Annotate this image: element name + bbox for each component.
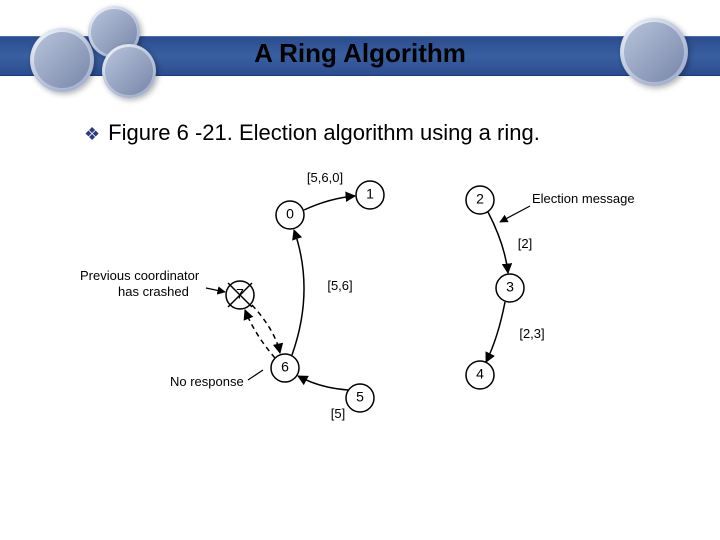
node-label: 1 <box>366 186 374 202</box>
photo-circle-icon <box>30 28 94 92</box>
header-decoration-left <box>30 0 160 100</box>
photo-circle-icon <box>102 44 156 98</box>
annotation-election: Election message <box>532 191 635 206</box>
message-label: [5] <box>331 406 345 421</box>
message-label: [5,6,0] <box>307 170 343 185</box>
node-label: 5 <box>356 389 364 405</box>
annotation-noresponse: No response <box>170 374 244 389</box>
node-label: 4 <box>476 366 484 382</box>
annotation-pointer <box>248 370 263 380</box>
annotation-pointer <box>206 288 225 292</box>
arrow-0-1 <box>304 196 355 210</box>
node-label: 0 <box>286 206 294 222</box>
annotation-crashed: Previous coordinator <box>80 268 200 283</box>
message-label: [5,6] <box>327 278 352 293</box>
annotation-crashed: has crashed <box>118 284 189 299</box>
bullet-text: Figure 6 -21. Election algorithm using a… <box>108 120 540 146</box>
message-label: [2,3] <box>519 326 544 341</box>
message-label: [2] <box>518 236 532 251</box>
arrow-6-7-dashed <box>245 310 275 358</box>
arrow-3-4 <box>486 302 505 362</box>
ring-algorithm-diagram: 0 1 7 6 5 2 3 4 [5] [5,6] [5,6,0] [2] [2… <box>80 160 640 440</box>
diamond-bullet-icon: ❖ <box>84 125 100 143</box>
arrow-6-0 <box>292 230 304 355</box>
arrow-2-3 <box>488 212 508 273</box>
arrow-7-6-dashed <box>252 305 280 353</box>
annotation-pointer <box>500 206 530 222</box>
node-label: 6 <box>281 359 289 375</box>
photo-circle-icon <box>620 18 688 86</box>
node-label: 2 <box>476 191 484 207</box>
arrow-5-6 <box>298 376 348 390</box>
node-label: 7 <box>236 286 244 302</box>
bullet-item: ❖ Figure 6 -21. Election algorithm using… <box>84 120 680 146</box>
header-decoration-right <box>620 18 690 88</box>
node-label: 3 <box>506 279 514 295</box>
